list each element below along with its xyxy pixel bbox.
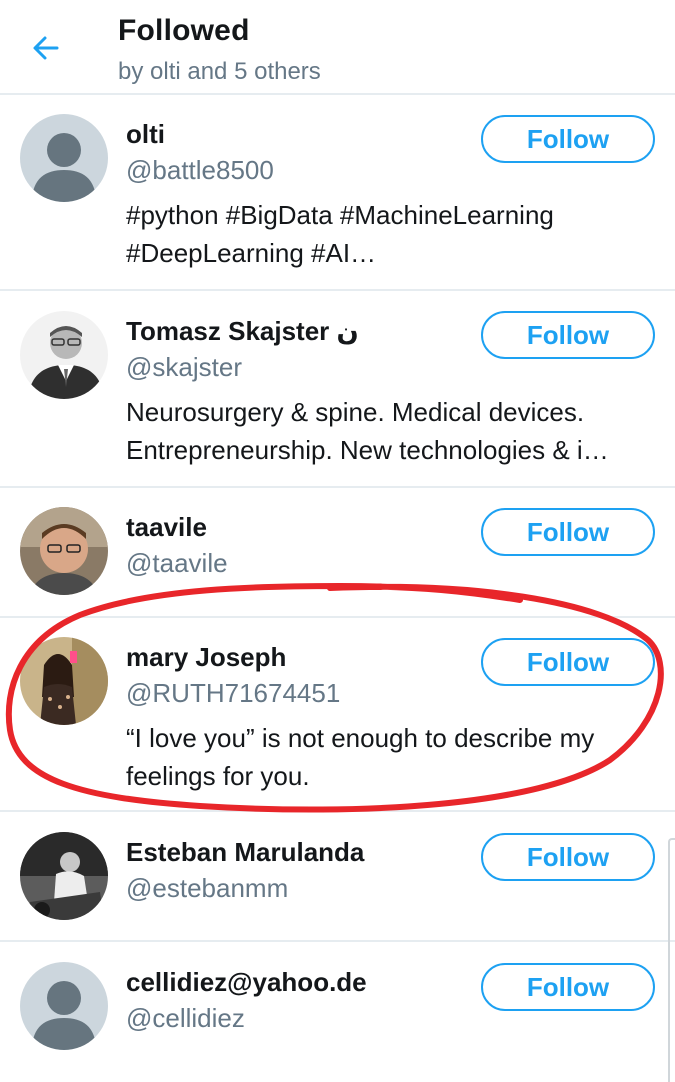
- top-bar: Followed by olti and 5 others: [0, 0, 675, 95]
- user-handle: @skajster: [126, 352, 242, 382]
- user-row[interactable]: olti @battle8500 #python #BigData #Machi…: [0, 95, 675, 291]
- follow-button[interactable]: Follow: [481, 115, 655, 163]
- user-handle: @estebanmm: [126, 873, 289, 903]
- page-title: Followed: [118, 14, 250, 47]
- user-handle: @RUTH71674451: [126, 678, 341, 708]
- follow-button[interactable]: Follow: [481, 833, 655, 881]
- user-row[interactable]: Tomasz Skajster ن @skajster Neurosurgery…: [0, 291, 675, 488]
- user-avatar[interactable]: [20, 637, 108, 725]
- user-row[interactable]: cellidiez@yahoo.de @cellidiez Follow: [0, 942, 675, 1080]
- user-avatar[interactable]: [20, 507, 108, 595]
- user-bio: Neurosurgery & spine. Medical devices. E…: [126, 397, 609, 465]
- back-button[interactable]: [26, 28, 66, 68]
- user-bio: “I love you” is not enough to describe m…: [126, 723, 595, 791]
- follow-button[interactable]: Follow: [481, 963, 655, 1011]
- user-avatar[interactable]: [20, 311, 108, 399]
- user-name[interactable]: mary Joseph: [126, 642, 286, 673]
- user-name[interactable]: Esteban Marulanda: [126, 837, 364, 868]
- user-name[interactable]: taavile: [126, 512, 207, 543]
- follow-button[interactable]: Follow: [481, 508, 655, 556]
- user-avatar[interactable]: [20, 832, 108, 920]
- scrollbar[interactable]: [668, 838, 675, 1082]
- arrow-left-icon: [33, 36, 59, 60]
- user-bio: #python #BigData #MachineLearning #DeepL…: [126, 200, 554, 268]
- follow-button[interactable]: Follow: [481, 311, 655, 359]
- page-subtitle: by olti and 5 others: [118, 58, 321, 85]
- user-handle: @battle8500: [126, 155, 274, 185]
- user-row[interactable]: mary Joseph @RUTH71674451 “I love you” i…: [0, 618, 675, 812]
- user-row[interactable]: Esteban Marulanda @estebanmm Follow: [0, 812, 675, 942]
- user-name[interactable]: cellidiez@yahoo.de: [126, 967, 367, 998]
- default-avatar-icon[interactable]: [20, 114, 108, 202]
- user-name[interactable]: olti: [126, 119, 165, 150]
- user-handle: @taavile: [126, 548, 228, 578]
- user-handle: @cellidiez: [126, 1003, 245, 1033]
- user-row[interactable]: taavile @taavile Follow: [0, 488, 675, 618]
- follow-button[interactable]: Follow: [481, 638, 655, 686]
- default-avatar-icon[interactable]: [20, 962, 108, 1050]
- user-name[interactable]: Tomasz Skajster ن: [126, 316, 359, 347]
